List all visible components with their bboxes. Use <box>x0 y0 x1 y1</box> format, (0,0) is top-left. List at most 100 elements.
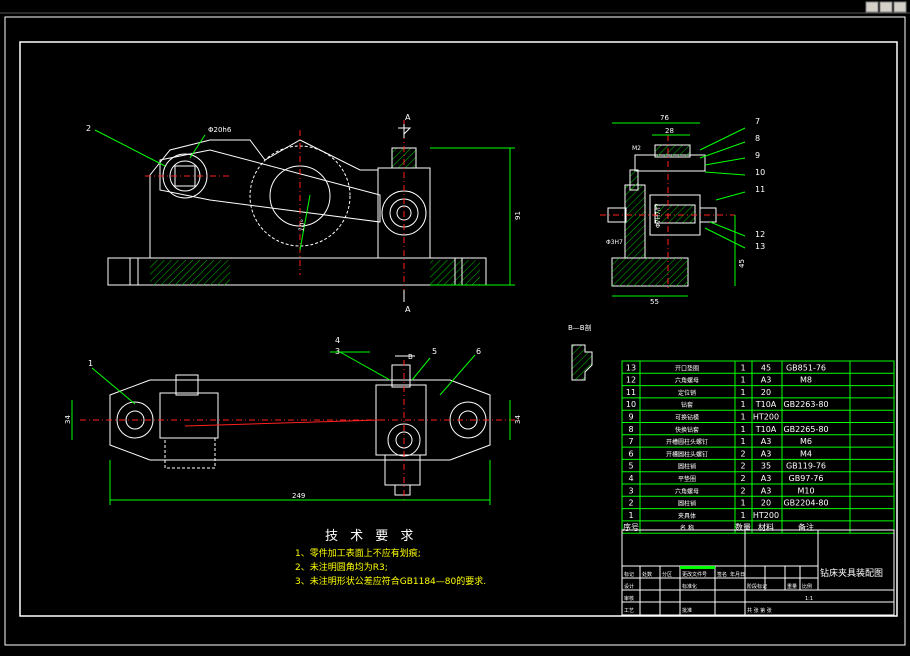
bom-cell: M4 <box>800 449 812 458</box>
bom-cell: A3 <box>761 449 772 458</box>
tech-req-title: 技 术 要 求 <box>325 529 417 544</box>
bom-cell: GB2204-80 <box>783 499 828 508</box>
bom-table: 13 开口垫圈 1 45 GB851-7612 六角螺母 1 A3 M811 定位销 1 2010 钻套… <box>621 360 895 534</box>
bom-cell: 六角螺母 <box>675 377 699 385</box>
side-column <box>624 184 646 259</box>
bom-cell: 8 <box>628 425 633 434</box>
bom-header-cell: 名 称 <box>680 524 694 532</box>
callout-6: 6 <box>476 347 481 356</box>
bom-cell: A3 <box>761 486 772 495</box>
svg-text:1:1: 1:1 <box>805 596 813 602</box>
bom-cell: 1 <box>740 363 745 372</box>
bom-cell: 35 <box>761 462 771 471</box>
bom-header-cell: 材料 <box>758 522 774 532</box>
bom-cell: 1 <box>740 388 745 397</box>
bom-cell: 1 <box>740 376 745 385</box>
svg-text:标记: 标记 <box>624 571 634 578</box>
bom-cell: M8 <box>800 376 812 385</box>
front-hatch-left <box>150 260 230 285</box>
bom-cell: 2 <box>628 499 633 508</box>
bom-cell: M6 <box>800 437 812 446</box>
bom-cell: 开槽圆柱头螺钉 <box>666 438 708 446</box>
bom-cell: 2 <box>740 486 745 495</box>
minimize-button[interactable] <box>865 1 879 13</box>
leader-6 <box>439 354 476 396</box>
leader-1 <box>91 367 136 405</box>
dim-28: 28 <box>665 127 674 135</box>
dim-76: 76 <box>660 114 669 122</box>
front-body <box>149 139 379 258</box>
b-arrow: B <box>408 353 413 361</box>
bom-cell: 3 <box>628 486 633 495</box>
svg-text:设计: 设计 <box>624 583 634 590</box>
tech-req-3: 3、未注明形状公差应符合GB1184—80的要求. <box>295 575 486 587</box>
bom-cell: 圆柱销 <box>678 500 696 508</box>
front-view <box>107 120 487 300</box>
bom-cell: GB119-76 <box>786 462 826 471</box>
callout-12: 12 <box>755 230 765 239</box>
bom-cell: 开槽圆柱头螺钉 <box>666 450 708 458</box>
tech-req-1: 1、零件加工表面上不应有划痕; <box>295 547 421 559</box>
dim-249: 249 <box>292 492 305 500</box>
svg-text:工艺: 工艺 <box>624 608 634 614</box>
side-view <box>600 135 735 290</box>
bom-cell: 夹具体 <box>678 512 696 520</box>
top-strip <box>0 0 910 14</box>
callout-8: 8 <box>755 134 760 143</box>
bom-cell: 1 <box>740 413 745 422</box>
top-view <box>80 360 520 500</box>
maximize-button[interactable] <box>879 1 893 13</box>
bom-cell: A3 <box>761 376 772 385</box>
bom-cell: GB2265-80 <box>783 425 828 434</box>
leader-3 <box>339 351 391 381</box>
svg-text:年月日: 年月日 <box>730 571 745 578</box>
drawing-canvas[interactable]: 2 Φ20h6 91 10° A A 1 4 3 5 6 B 249 34 34… <box>0 0 910 652</box>
leader-2 <box>94 129 166 167</box>
bom-cell: 1 <box>740 499 745 508</box>
bom-cell: 5 <box>628 462 633 471</box>
callout-13: 13 <box>755 242 765 251</box>
close-button[interactable] <box>893 1 907 13</box>
svg-text:签名: 签名 <box>717 571 727 578</box>
tech-req-2: 2、未注明圆角均为R3; <box>295 561 388 573</box>
bom-cell: 7 <box>628 437 633 446</box>
svg-text:更改文件号: 更改文件号 <box>682 571 707 578</box>
callout-5: 5 <box>432 347 437 356</box>
bom-cell: 1 <box>740 437 745 446</box>
bom-cell: M10 <box>797 486 814 495</box>
bom-cell: HT200 <box>753 413 779 422</box>
dim-34-right: 34 <box>514 415 522 424</box>
window-controls[interactable] <box>865 1 907 13</box>
bom-cell: 六角螺母 <box>675 487 699 495</box>
bom-cell: T10A <box>755 400 777 409</box>
svg-text:比例: 比例 <box>802 583 812 590</box>
bom-cell: 1 <box>740 511 745 520</box>
note-h7: Φ3H7 <box>606 239 623 246</box>
leader-5 <box>411 357 431 381</box>
callout-3: 3 <box>335 347 340 356</box>
bom-cell: 开口垫圈 <box>675 364 699 372</box>
dim-45: 45 <box>738 259 746 268</box>
bom-cell: 平垫圈 <box>678 475 696 483</box>
bom-cell: 9 <box>628 413 633 422</box>
svg-text:处数: 处数 <box>642 571 652 578</box>
bom-cell: 20 <box>761 388 771 397</box>
bom-cell: 13 <box>626 363 636 372</box>
bom-cell: HT200 <box>753 511 779 520</box>
bom-cell: GB2263-80 <box>783 400 828 409</box>
outer-border <box>4 16 906 646</box>
bom-header-cell: 数量 <box>735 522 751 532</box>
bom-cell: GB851-76 <box>786 363 826 372</box>
bom-cell: 1 <box>740 400 745 409</box>
note-f7: Φ7H7/f7 <box>655 203 662 228</box>
bom-header-cell: 序号 <box>623 522 639 532</box>
dim-34-left: 34 <box>64 415 72 424</box>
svg-text:审核: 审核 <box>624 595 634 602</box>
bom-cell: GB97-76 <box>789 474 824 483</box>
bom-cell: 45 <box>761 363 771 372</box>
callout-7: 7 <box>755 117 760 126</box>
title-block-title: 钻床夹具装配图 <box>820 567 883 579</box>
bom-cell: 快换钻套 <box>675 426 699 434</box>
svg-text:共 张 第 张: 共 张 第 张 <box>747 607 772 614</box>
bom-cell: 2 <box>740 449 745 458</box>
